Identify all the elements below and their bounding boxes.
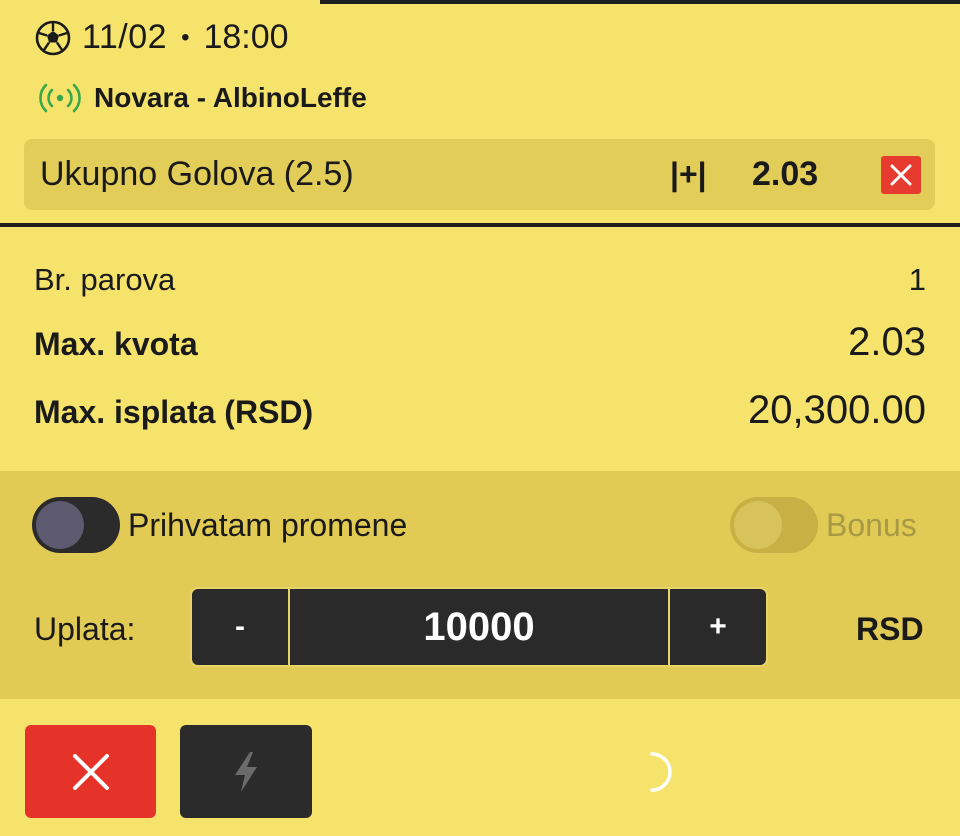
stake-label: Uplata: [34, 611, 136, 647]
close-icon [890, 164, 912, 186]
decrease-stake-button[interactable]: - [192, 589, 290, 665]
selection-pick: |+| [670, 156, 707, 192]
pairs-count-value: 1 [908, 262, 926, 297]
max-odds-value: 2.03 [848, 320, 926, 364]
accept-changes-toggle[interactable] [32, 497, 120, 553]
max-odds-label: Max. kvota [34, 326, 198, 362]
selection-market: Ukupno Golova (2.5) [40, 155, 354, 193]
bet-selection: Ukupno Golova (2.5) |+| 2.03 [24, 139, 935, 210]
pairs-count-row: Br. parova 1 [34, 262, 926, 298]
match-teams: Novara - AlbinoLeffe [94, 82, 367, 113]
toggle-knob [734, 501, 782, 549]
max-odds-row: Max. kvota 2.03 [34, 320, 926, 365]
max-payout-value: 20,300.00 [748, 388, 926, 432]
pairs-count-label: Br. parova [34, 262, 176, 297]
date-time-separator: • [181, 23, 190, 51]
spinner-icon [640, 748, 676, 796]
bet-controls-panel: Prihvatam promene Bonus Uplata: - 10000 … [0, 471, 960, 699]
close-icon [72, 753, 109, 790]
match-header: 11/02 • 18:00 [34, 18, 289, 57]
bonus-label: Bonus [826, 507, 917, 543]
increase-stake-button[interactable]: + [668, 589, 766, 665]
remove-selection-button[interactable] [881, 156, 921, 194]
live-broadcast-icon [38, 82, 82, 114]
lightning-icon [235, 751, 257, 792]
bonus-toggle[interactable] [730, 497, 818, 553]
soccer-ball-icon [34, 19, 72, 57]
match-date: 11/02 [82, 18, 168, 56]
stake-input[interactable]: 10000 [290, 589, 668, 665]
accept-changes-label: Prihvatam promene [128, 507, 408, 543]
quick-bet-button[interactable] [180, 725, 312, 818]
section-divider [0, 223, 960, 227]
teams-row: Novara - AlbinoLeffe [38, 82, 367, 114]
clear-ticket-button[interactable] [25, 725, 156, 818]
max-payout-row: Max. isplata (RSD) 20,300.00 [34, 388, 926, 433]
match-time: 18:00 [203, 18, 289, 56]
max-payout-label: Max. isplata (RSD) [34, 394, 314, 430]
currency-label: RSD [856, 611, 924, 647]
selection-odds: 2.03 [752, 155, 819, 193]
toggle-knob [36, 501, 84, 549]
stake-stepper: - 10000 + [190, 587, 768, 667]
top-border [320, 0, 960, 4]
